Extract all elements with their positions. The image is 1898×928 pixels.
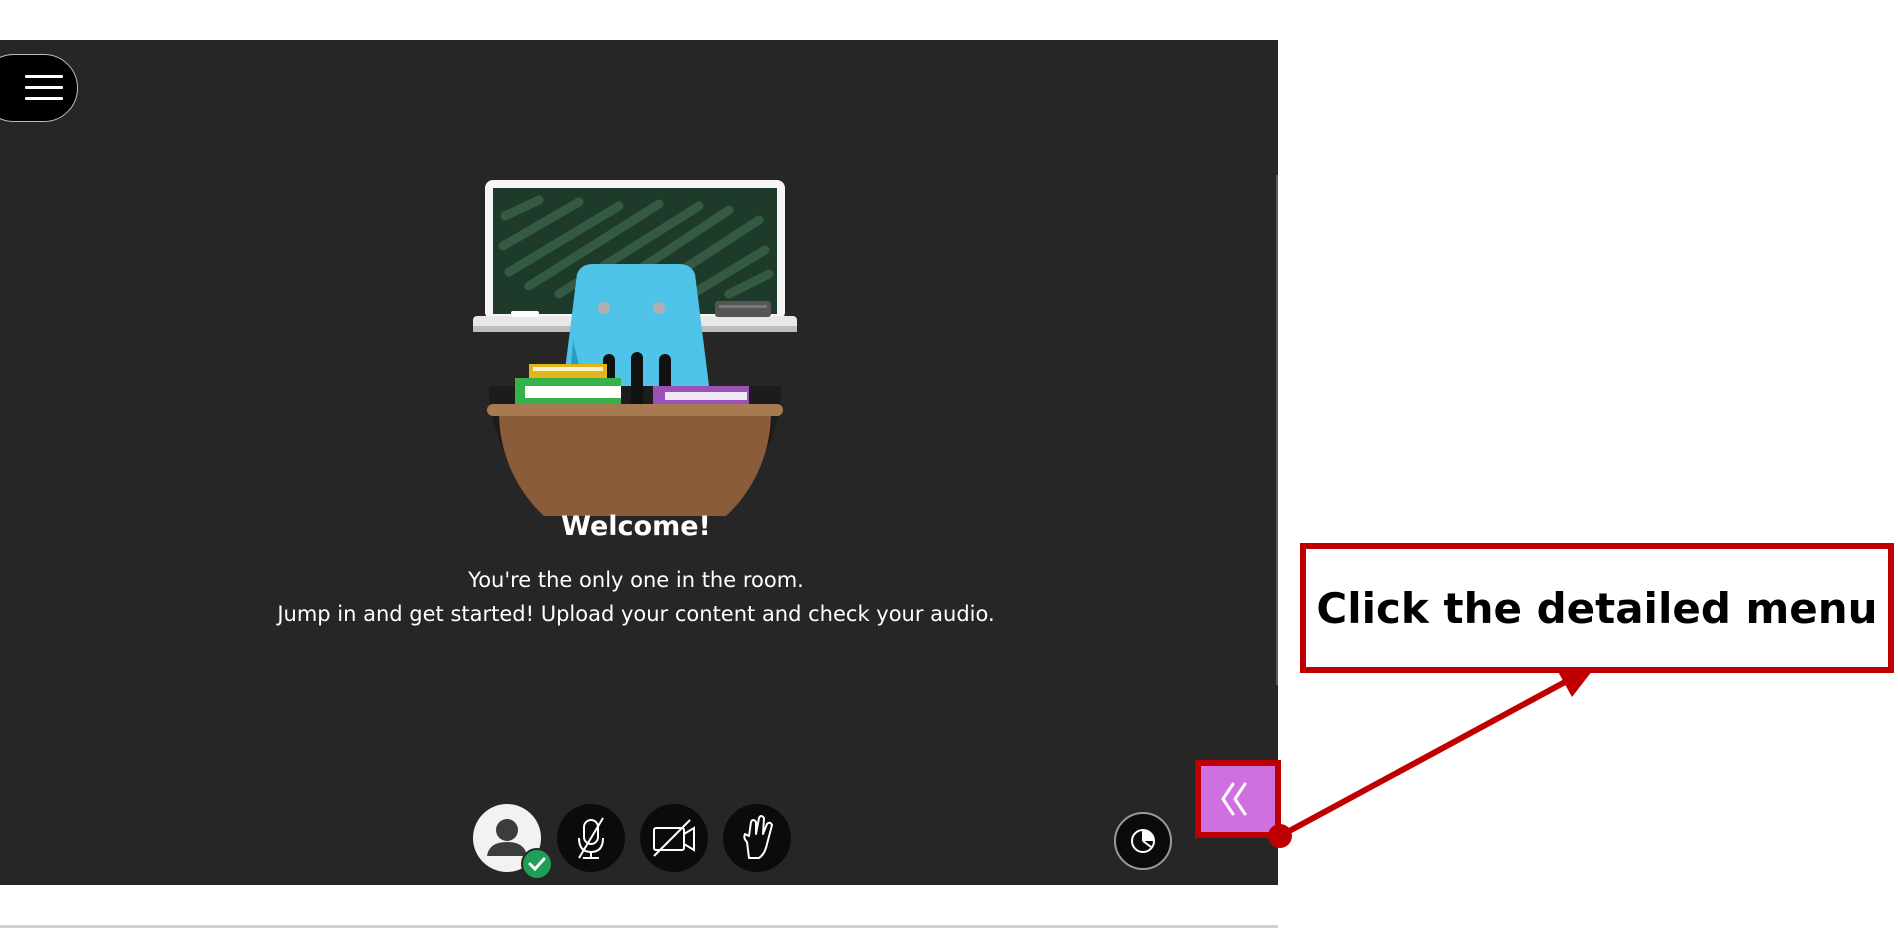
share-content-icon [1131, 829, 1155, 853]
session-menu-button[interactable] [0, 54, 78, 122]
camera-button[interactable] [640, 804, 708, 872]
camera-off-icon [653, 819, 695, 857]
annotation-text: Click the detailed menu [1316, 583, 1878, 633]
open-collaborate-panel-button[interactable] [1201, 766, 1275, 832]
hamburger-menu-icon-bar [25, 97, 63, 100]
microphone-off-icon [578, 817, 604, 859]
collaborate-session-window: Welcome! You're the only one in the room… [0, 40, 1278, 928]
classroom-illustration [473, 180, 797, 516]
welcome-message-line-1: You're the only one in the room. [468, 568, 804, 592]
double-chevron-left-icon [1221, 782, 1247, 816]
avatar-status-button[interactable] [473, 804, 553, 880]
hamburger-menu-icon [25, 75, 63, 78]
collaborate-panel-highlight [1195, 760, 1281, 838]
window-right-edge [1276, 175, 1278, 685]
hamburger-menu-icon-bar [25, 86, 63, 89]
welcome-message-line-2: Jump in and get started! Upload your con… [277, 602, 995, 626]
hand-icon [743, 815, 773, 859]
share-content-button[interactable] [1114, 812, 1172, 870]
welcome-title: Welcome! [561, 511, 711, 542]
check-icon [521, 848, 553, 880]
raise-hand-button[interactable] [723, 804, 791, 872]
microphone-button[interactable] [557, 804, 625, 872]
annotation-callout: Click the detailed menu [1300, 543, 1894, 673]
